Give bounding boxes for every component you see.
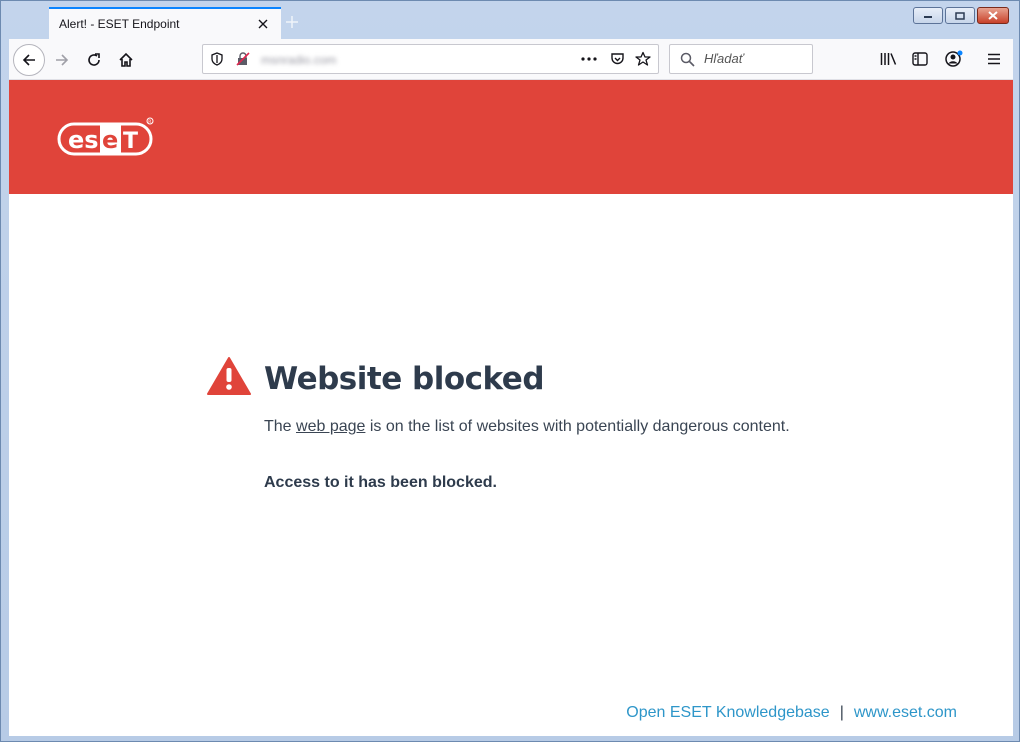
tab-active[interactable]: Alert! - ESET Endpoint (49, 7, 281, 39)
tab-title: Alert! - ESET Endpoint (59, 17, 180, 31)
home-icon (119, 52, 133, 67)
search-icon (679, 51, 695, 67)
insecure-lock-icon[interactable] (235, 51, 251, 67)
svg-text:e: e (102, 126, 118, 154)
bookmark-star-icon[interactable] (634, 50, 652, 68)
menu-icon[interactable] (985, 51, 1003, 67)
back-arrow-icon (22, 54, 35, 66)
close-tab-icon[interactable] (255, 16, 271, 32)
search-input[interactable] (704, 51, 804, 66)
description-text: The web page is on the list of websites … (264, 418, 790, 436)
sidebar-icon[interactable] (911, 51, 929, 67)
back-button[interactable] (13, 44, 45, 76)
svg-text:R: R (148, 119, 151, 125)
search-bar[interactable] (669, 44, 813, 74)
pocket-icon[interactable] (608, 51, 626, 67)
svg-text:es: es (68, 126, 99, 154)
web-page-link[interactable]: web page (296, 418, 365, 435)
navigation-toolbar: msnradio.com (9, 39, 1013, 80)
minimize-button[interactable] (913, 7, 943, 24)
maximize-button[interactable] (945, 7, 975, 24)
description-prefix: The (264, 418, 297, 435)
svg-text:T: T (123, 129, 138, 154)
shield-icon[interactable] (209, 51, 225, 67)
forward-arrow-icon (56, 54, 69, 66)
url-text: msnradio.com (261, 53, 337, 67)
library-icon[interactable] (879, 51, 897, 67)
footer-separator: | (839, 704, 844, 721)
eset-website-link[interactable]: www.eset.com (854, 704, 957, 722)
home-button[interactable] (111, 45, 141, 75)
warning-icon (206, 356, 252, 396)
window-controls (913, 7, 1009, 24)
account-icon[interactable] (944, 50, 964, 68)
description-suffix: is on the list of websites with potentia… (365, 418, 790, 435)
page-actions-icon[interactable] (580, 51, 598, 67)
close-window-button[interactable] (977, 7, 1009, 24)
new-tab-button[interactable] (281, 11, 303, 33)
tab-strip: Alert! - ESET Endpoint (9, 5, 1013, 39)
footer-links: Open ESET Knowledgebase | www.eset.com (626, 704, 957, 722)
eset-logo: es e T R (57, 117, 157, 162)
knowledgebase-link[interactable]: Open ESET Knowledgebase (626, 704, 829, 722)
access-blocked-text: Access to it has been blocked. (264, 474, 497, 491)
url-bar[interactable]: msnradio.com (202, 44, 659, 74)
eset-banner: es e T R (9, 80, 1013, 194)
page-content: es e T R Website blocked The web page is… (9, 80, 1013, 736)
browser-window: Alert! - ESET Endpoint msnradio.com Hľad… (0, 0, 1020, 742)
page-title: Website blocked (264, 361, 545, 397)
forward-button[interactable] (47, 45, 77, 75)
reload-button[interactable] (79, 45, 109, 75)
reload-icon (88, 53, 100, 66)
